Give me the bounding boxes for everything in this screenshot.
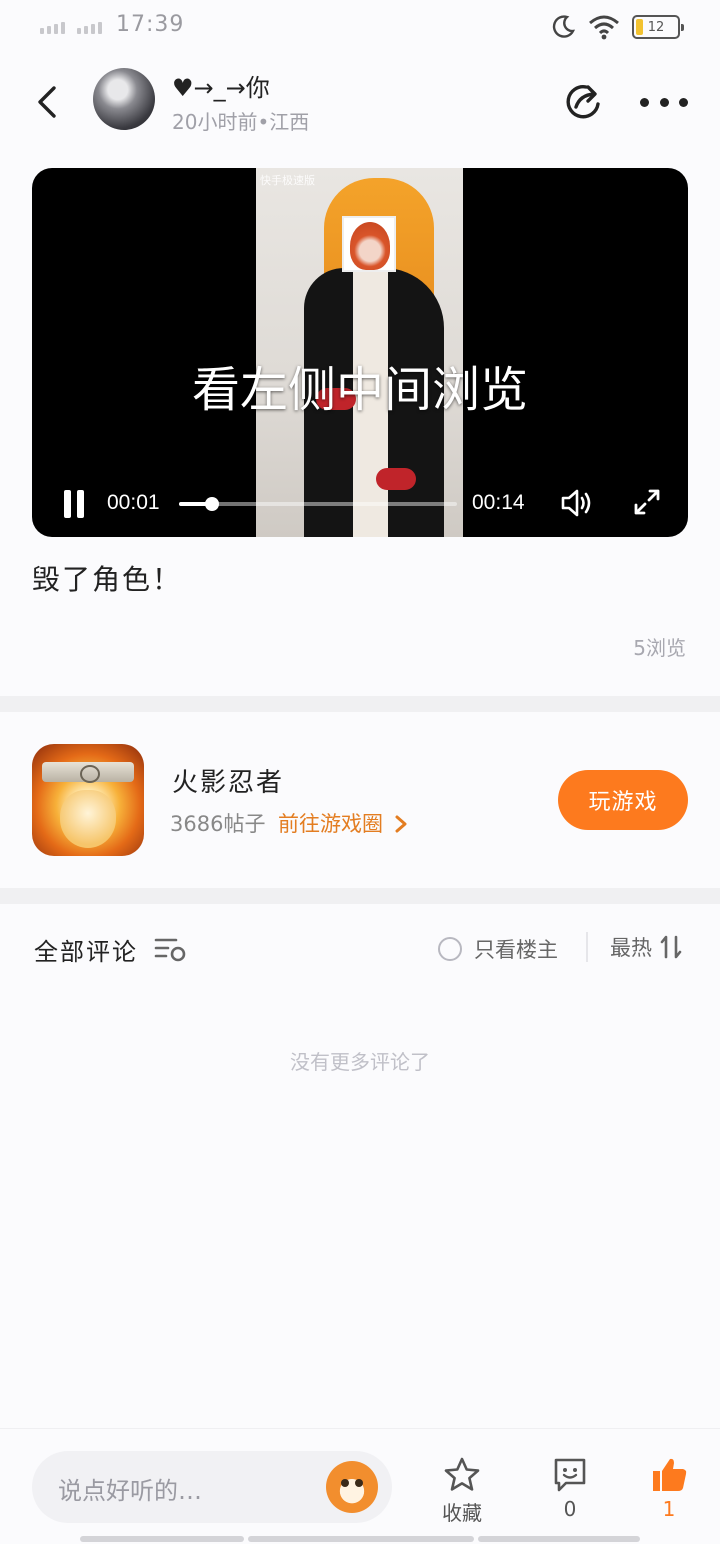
current-time: 00:01 [107,491,160,514]
pause-button[interactable] [62,490,86,518]
sort-toggle[interactable]: 最热 [610,932,682,962]
play-game-button[interactable]: 玩游戏 [558,770,688,830]
fullscreen-icon [634,489,660,515]
volume-icon [561,489,591,517]
duration: 00:14 [472,491,525,514]
status-time: 17:39 [116,12,185,37]
home-indicator [80,1536,244,1542]
video-player[interactable]: 快手极速版 看左侧中间浏览 00:01 00:14 [32,168,688,537]
video-controls: 00:01 00:14 [32,478,688,528]
share-icon [566,85,600,119]
avatar[interactable] [93,68,155,130]
video-watermark: 快手极速版 [260,174,315,187]
progress-bar[interactable] [179,497,457,511]
volume-button[interactable] [560,486,596,520]
view-count: 5浏览 [633,636,686,660]
op-only-label: 只看楼主 [474,938,558,962]
username[interactable]: ♥→_→你 [172,68,270,103]
section-divider [0,888,720,904]
status-bar: 17:39 12 [0,0,720,56]
battery-level: 12 [647,19,665,35]
sort-icon [660,935,682,959]
post-header: ♥→_→你 20小时前•江西 [0,60,720,144]
filter-icon[interactable] [154,934,188,964]
chevron-right-icon [395,815,407,833]
filter-separator [586,932,588,962]
back-button[interactable] [28,82,68,122]
favorite-label: 收藏 [442,1501,482,1525]
battery-icon: 12 [632,15,684,39]
comments-title: 全部评论 [34,938,138,966]
home-indicator [478,1536,640,1542]
comment-input[interactable]: 说点好听的… [32,1451,392,1523]
fullscreen-button[interactable] [632,487,662,517]
share-button[interactable] [562,80,606,124]
sort-label: 最热 [610,936,652,960]
moon-icon [552,15,576,38]
game-circle-link-label: 前往游戏圈 [278,812,383,836]
wifi-icon [589,15,619,40]
comment-count: 0 [563,1497,577,1521]
comment-placeholder: 说点好听的… [58,1477,202,1505]
op-only-toggle[interactable]: 只看楼主 [438,934,558,964]
section-divider [0,696,720,712]
thumbs-up-icon [653,1458,687,1491]
game-name[interactable]: 火影忍者 [172,762,284,799]
video-overlay-text: 看左侧中间浏览 [191,362,528,418]
star-icon [444,1457,480,1491]
post-caption: 毁了角色！ [32,563,183,596]
like-count: 1 [662,1497,676,1521]
op-only-radio[interactable] [438,937,462,961]
game-post-count: 3686帖子 [170,812,266,836]
comment-button[interactable]: 0 [535,1455,605,1521]
progress-thumb[interactable] [205,497,220,511]
mascot-icon[interactable] [326,1461,378,1513]
like-button[interactable]: 1 [634,1455,704,1521]
signal-icon [40,22,102,34]
bottom-action-bar: 说点好听的… 收藏 0 1 [0,1428,720,1544]
game-circle-link[interactable]: 前往游戏圈 [278,808,408,838]
favorite-button[interactable]: 收藏 [427,1455,497,1526]
chevron-left-icon [38,86,56,118]
post-meta: 20小时前•江西 [172,110,310,134]
comment-icon [554,1458,586,1492]
no-more-comments: 没有更多评论了 [290,1050,430,1074]
home-indicator [248,1536,474,1542]
more-button[interactable] [640,80,688,124]
game-icon[interactable] [32,744,144,856]
